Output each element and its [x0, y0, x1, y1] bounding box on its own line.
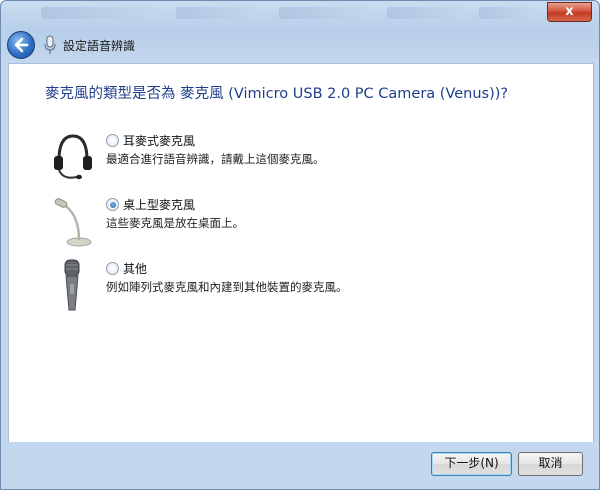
other-description: 例如陣列式麥克風和內建到其他裝置的麥克風。: [106, 280, 348, 294]
dialog-window: x 設定語音辨識 麥克風的類型是否為 麥克風 (Vimicro USB 2.0 …: [0, 0, 600, 490]
blurred-taskbar-text: [479, 7, 534, 19]
blurred-taskbar-text: [176, 7, 261, 19]
desktop-microphone-icon: [54, 198, 92, 247]
handheld-microphone-icon: [64, 259, 80, 311]
option-headset[interactable]: 耳麥式麥克風 最適合進行語音辨識，請戴上這個麥克風。: [49, 130, 569, 186]
page-heading: 麥克風的類型是否為 麥克風 (Vimicro USB 2.0 PC Camera…: [45, 86, 509, 102]
desktop-microphone-description: 這些麥克風是放在桌面上。: [106, 216, 244, 230]
headset-description: 最適合進行語音辨識，請戴上這個麥克風。: [106, 152, 325, 166]
headset-radio[interactable]: [106, 134, 119, 147]
content-pane: 麥克風的類型是否為 麥克風 (Vimicro USB 2.0 PC Camera…: [8, 63, 594, 442]
microphone-icon: [44, 35, 56, 54]
headset-label: 耳麥式麥克風: [123, 134, 196, 148]
back-arrow-icon: [14, 37, 29, 53]
blurred-taskbar-text: [387, 7, 467, 19]
title-bar[interactable]: x: [1, 1, 599, 25]
option-desktop-microphone[interactable]: 桌上型麥克風 這些麥克風是放在桌面上。: [49, 194, 569, 250]
close-button[interactable]: x: [547, 2, 592, 22]
headset-icon: [54, 134, 92, 180]
back-button[interactable]: [7, 31, 35, 59]
cancel-button[interactable]: 取消: [518, 452, 583, 476]
option-other[interactable]: 其他 例如陣列式麥克風和內建到其他裝置的麥克風。: [49, 258, 569, 314]
navigation-bar: 設定語音辨識: [1, 27, 599, 63]
next-button[interactable]: 下一步(N): [431, 452, 512, 476]
button-bar: 下一步(N) 取消: [1, 441, 599, 489]
blurred-taskbar-text: [41, 7, 161, 19]
desktop-microphone-label: 桌上型麥克風: [123, 198, 196, 212]
blurred-taskbar-text: [279, 7, 374, 19]
desktop-microphone-radio[interactable]: [106, 198, 119, 211]
wizard-title: 設定語音辨識: [63, 39, 136, 53]
other-radio[interactable]: [106, 262, 119, 275]
other-label: 其他: [123, 262, 148, 276]
